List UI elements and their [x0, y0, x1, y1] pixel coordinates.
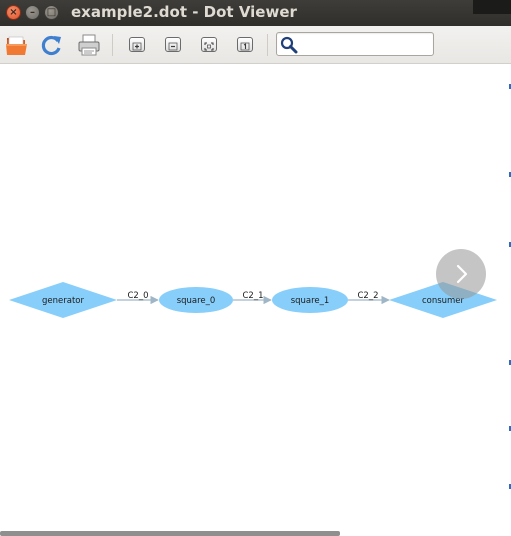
graph-canvas[interactable]: C2_0 C2_1 C2_2 generator square_0 square…	[0, 64, 511, 536]
toolbar	[0, 26, 511, 64]
node-label: square_1	[291, 296, 330, 306]
zoom-in-icon	[132, 42, 142, 51]
window-title: example2.dot - Dot Viewer	[71, 3, 297, 21]
title-bar: × – □ example2.dot - Dot Viewer	[0, 0, 511, 26]
reload-button[interactable]	[40, 33, 64, 57]
horizontal-scrollbar[interactable]	[0, 531, 340, 536]
zoom-fit-icon	[204, 42, 214, 51]
zoom-out-button[interactable]	[165, 37, 181, 52]
search-icon	[280, 36, 298, 54]
title-bar-shadow	[473, 0, 511, 14]
minimize-button[interactable]: –	[25, 5, 40, 20]
refresh-icon	[41, 35, 61, 56]
search-box[interactable]	[276, 32, 434, 56]
maximize-icon: □	[46, 7, 57, 18]
minimize-icon: –	[30, 7, 35, 18]
search-input[interactable]	[299, 35, 429, 53]
graph-node-square-0[interactable]: square_0	[159, 287, 233, 313]
toolbar-separator	[267, 34, 268, 56]
open-button[interactable]	[5, 33, 29, 57]
zoom-in-button[interactable]	[129, 37, 145, 52]
graph-drawing: C2_0 C2_1 C2_2 generator square_0 square…	[9, 282, 497, 318]
edge-label: C2_1	[242, 291, 263, 301]
maximize-button[interactable]: □	[44, 5, 59, 20]
folder-open-icon	[6, 36, 27, 55]
chevron-right-icon	[456, 264, 468, 284]
node-label: generator	[42, 296, 84, 306]
zoom-fit-button[interactable]	[201, 37, 217, 52]
edge-label: C2_0	[127, 291, 148, 301]
graph-node-square-1[interactable]: square_1	[272, 287, 348, 313]
graph-node-generator[interactable]: generator	[9, 282, 117, 318]
graph-edge: C2_0	[117, 291, 159, 305]
close-button[interactable]: ×	[6, 5, 21, 20]
zoom-100-button[interactable]	[237, 37, 253, 52]
node-label: square_0	[177, 296, 216, 306]
zoom-out-icon	[168, 42, 178, 51]
graph-edge: C2_1	[233, 291, 272, 305]
next-button[interactable]	[436, 249, 486, 299]
close-icon: ×	[9, 7, 18, 18]
printer-icon	[78, 34, 100, 56]
zoom-100-icon	[240, 42, 250, 51]
edge-label: C2_2	[357, 291, 378, 301]
graph-edge: C2_2	[348, 291, 390, 305]
print-button[interactable]	[77, 33, 101, 57]
toolbar-separator	[112, 34, 113, 56]
